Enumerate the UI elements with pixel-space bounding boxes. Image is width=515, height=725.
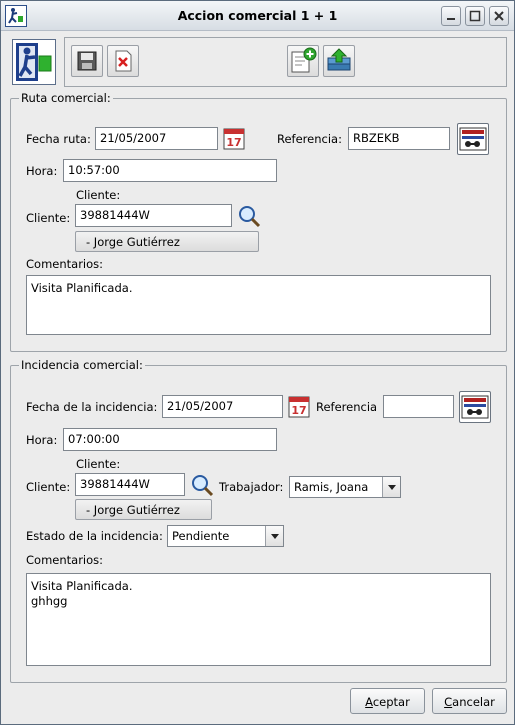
toolbar bbox=[64, 37, 507, 87]
fecha-ruta-label: Fecha ruta: bbox=[26, 132, 91, 146]
hora-input[interactable]: 07:00:00 bbox=[63, 428, 277, 451]
estado-label: Estado de la incidencia: bbox=[26, 529, 163, 543]
chevron-down-icon bbox=[382, 477, 400, 497]
close-button[interactable] bbox=[489, 6, 509, 26]
aceptar-mnemonic: A bbox=[365, 695, 373, 709]
trabajador-label: Trabajador: bbox=[219, 480, 284, 494]
cancelar-button[interactable]: Cancelar bbox=[432, 688, 507, 714]
hora-label: Hora: bbox=[26, 164, 58, 178]
referencia-label: Referencia bbox=[316, 400, 378, 414]
cancelar-mnemonic: C bbox=[444, 695, 453, 709]
referencia-label: Referencia: bbox=[277, 132, 342, 146]
cancelar-label: ancelar bbox=[452, 695, 495, 709]
chevron-down-icon bbox=[265, 526, 283, 546]
window-title: Accion comercial 1 + 1 bbox=[177, 8, 338, 23]
delete-icon bbox=[115, 50, 132, 72]
calendar-button[interactable]: 17 bbox=[223, 128, 245, 150]
reference-card-icon bbox=[459, 127, 487, 151]
calendar-icon: 17 bbox=[288, 396, 310, 418]
reference-card-icon bbox=[461, 395, 489, 419]
exit-button[interactable] bbox=[12, 39, 56, 85]
fecha-incidencia-input[interactable]: 21/05/2007 bbox=[162, 395, 283, 418]
comentarios-label: Comentarios: bbox=[26, 257, 104, 271]
save-icon bbox=[77, 51, 97, 71]
comentarios-textarea[interactable]: Visita Planificada. bbox=[26, 275, 491, 335]
estado-select[interactable]: Pendiente bbox=[167, 525, 284, 547]
close-icon bbox=[494, 11, 504, 21]
cliente-search-button[interactable] bbox=[190, 473, 214, 497]
cliente-label: Cliente: bbox=[26, 211, 71, 225]
add-document-button[interactable] bbox=[287, 45, 319, 77]
referencia-lookup-button[interactable] bbox=[459, 391, 491, 423]
upload-stack-button[interactable] bbox=[323, 45, 355, 77]
save-button[interactable] bbox=[71, 45, 103, 77]
comentarios-textarea[interactable]: Visita Planificada. ghhgg bbox=[26, 573, 491, 666]
minimize-button[interactable] bbox=[441, 6, 461, 26]
cliente-caption: Cliente: bbox=[76, 457, 121, 471]
calendar-button[interactable]: 17 bbox=[288, 396, 310, 418]
aceptar-label: ceptar bbox=[372, 695, 410, 709]
ruta-comercial-group: Ruta comercial: Fecha ruta: 21/05/2007 1… bbox=[10, 91, 507, 352]
aceptar-button[interactable]: Aceptar bbox=[350, 688, 425, 714]
cliente-name-button[interactable]: - Jorge Gutiérrez bbox=[75, 499, 212, 520]
cliente-name-button[interactable]: - Jorge Gutiérrez bbox=[75, 231, 259, 252]
maximize-icon bbox=[469, 10, 481, 22]
person-exit-icon bbox=[16, 43, 52, 81]
svg-text:17: 17 bbox=[226, 136, 241, 149]
dialog-window: Accion comercial 1 + 1 Ruta comercial: F… bbox=[0, 0, 515, 725]
hora-input[interactable]: 10:57:00 bbox=[63, 159, 277, 182]
cliente-label: Cliente: bbox=[26, 480, 71, 494]
trabajador-select[interactable]: Ramis, Joana bbox=[289, 476, 401, 498]
maximize-button[interactable] bbox=[465, 6, 485, 26]
magnifier-icon bbox=[192, 475, 214, 497]
add-document-icon bbox=[291, 47, 317, 73]
fecha-ruta-input[interactable]: 21/05/2007 bbox=[95, 127, 218, 150]
incidencia-legend: Incidencia comercial: bbox=[19, 358, 145, 372]
referencia-lookup-button[interactable] bbox=[457, 123, 489, 155]
referencia-input[interactable] bbox=[383, 395, 454, 418]
cliente-caption: Cliente: bbox=[76, 188, 121, 202]
estado-value: Pendiente bbox=[172, 529, 230, 543]
comentarios-label: Comentarios: bbox=[26, 553, 104, 567]
cliente-input[interactable]: 39881444W bbox=[75, 473, 185, 496]
cliente-input[interactable]: 39881444W bbox=[75, 204, 232, 227]
title-bar[interactable]: Accion comercial 1 + 1 bbox=[1, 1, 514, 31]
trabajador-value: Ramis, Joana bbox=[294, 480, 369, 494]
magnifier-icon bbox=[239, 206, 261, 228]
minimize-icon bbox=[447, 18, 455, 20]
incidencia-comercial-group: Incidencia comercial: Fecha de la incide… bbox=[10, 358, 507, 683]
delete-button[interactable] bbox=[107, 45, 139, 77]
fecha-incidencia-label: Fecha de la incidencia: bbox=[26, 400, 158, 414]
cliente-search-button[interactable] bbox=[237, 204, 261, 228]
upload-stack-icon bbox=[327, 48, 351, 71]
hora-label: Hora: bbox=[26, 433, 58, 447]
calendar-icon: 17 bbox=[223, 128, 245, 150]
referencia-input[interactable]: RBZEKB bbox=[348, 127, 450, 150]
ruta-legend: Ruta comercial: bbox=[19, 91, 113, 105]
svg-text:17: 17 bbox=[291, 404, 306, 417]
